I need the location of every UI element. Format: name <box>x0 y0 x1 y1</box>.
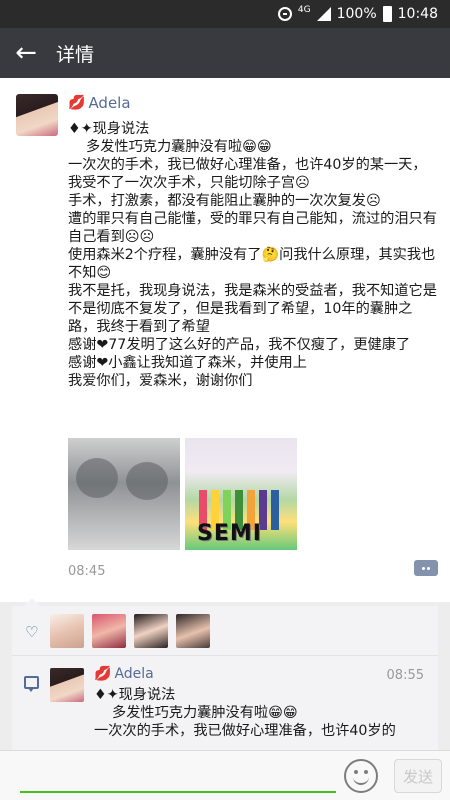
send-button[interactable]: 发送 <box>394 759 442 793</box>
post-line: ♦✦现身说法 <box>68 121 150 137</box>
liker-avatar[interactable] <box>92 614 126 648</box>
post-text: ♦✦现身说法 多发性巧克力囊肿没有啦😁😁 一次次的手术，我已做好心理准备，也许4… <box>68 120 440 390</box>
ultrasound-photo[interactable] <box>68 438 180 550</box>
post-line: 我不是托，我现身说法，我是森米的受益者，我不知道它是不是彻底不复发了，但是我看到… <box>68 283 437 335</box>
heart-outline-icon: ♡ <box>25 623 39 641</box>
comment-input[interactable] <box>20 761 336 793</box>
comment-line: 多发性巧克力囊肿没有啦😁😁 <box>94 705 298 721</box>
back-button[interactable]: ← <box>0 28 52 78</box>
liker-avatar[interactable] <box>176 614 210 648</box>
post-line: 感谢❤小鑫让我知道了森米，并使用上 <box>68 355 307 371</box>
post-photos: SEMI <box>68 438 297 550</box>
comment-line: ♦✦现身说法 <box>94 687 176 703</box>
emoji-icon[interactable] <box>344 759 378 793</box>
post-line: 手术，打激素，都没有能阻止囊肿的一次次复发☹ <box>68 193 381 209</box>
battery-percent: 100% <box>336 6 377 22</box>
status-icons: 4G 100% 10:48 <box>277 0 438 28</box>
title-bar: ← 详情 <box>0 28 450 78</box>
commenter-name-text: Adela <box>114 666 154 682</box>
data-saver-icon <box>277 7 292 21</box>
product-brand-text: SEMI <box>197 521 262 546</box>
battery-icon <box>382 6 392 22</box>
network-type: 4G <box>297 5 311 15</box>
liker-avatar[interactable] <box>134 614 168 648</box>
back-arrow-icon: ← <box>15 38 37 68</box>
likes-comments-panel: ♡ 💋 Adela 08:55 ♦✦现身说法 多发性巧克力囊肿没有啦😁😁 一次次… <box>12 598 438 750</box>
signal-icon <box>316 7 331 21</box>
comment-text: ♦✦现身说法 多发性巧克力囊肿没有啦😁😁 一次次的手术，我已做好心理准备，也许4… <box>94 686 428 740</box>
author-name-text: Adela <box>88 94 131 112</box>
author-name[interactable]: 💋 Adela <box>68 94 131 112</box>
post-line: 使用森米2个疗程，囊肿没有了🤔问我什么原理，其实我也不知😊 <box>68 247 436 281</box>
commenter-avatar[interactable] <box>50 668 84 702</box>
post-time: 08:45 <box>68 564 106 579</box>
product-photo[interactable]: SEMI <box>185 438 297 550</box>
likes-row: ♡ <box>12 606 438 656</box>
author-avatar[interactable] <box>16 94 58 136</box>
moment-post: 💋 Adela ♦✦现身说法 多发性巧克力囊肿没有啦😁😁 一次次的手术，我已做好… <box>0 78 450 602</box>
page-title: 详情 <box>56 43 95 66</box>
comment-line: 一次次的手术，我已做好心理准备，也许40岁的 <box>94 723 396 739</box>
post-line: 感谢❤77发明了这么好的产品，我不仅瘦了，更健康了 <box>68 337 411 353</box>
post-line: 多发性巧克力囊肿没有啦😁😁 <box>68 139 272 155</box>
commenter-name[interactable]: 💋 Adela <box>94 666 154 682</box>
post-line: 遭的罪只有自己能懂，受的罪只有自己能知，流过的泪只有自己看到☹☹ <box>68 211 437 245</box>
status-bar: 4G 100% 10:48 <box>0 0 450 28</box>
clock: 10:48 <box>397 6 438 22</box>
comment-time: 08:55 <box>386 668 424 683</box>
post-line: 一次次的手术，我已做好心理准备，也许40岁的某一天，我受不了一次次手术，只能切除… <box>68 157 427 191</box>
lips-icon: 💋 <box>68 95 86 111</box>
post-line: 我爱你们，爱森米，谢谢你们 <box>68 373 253 389</box>
comment-input-bar: 发送 <box>0 750 450 800</box>
comment-like-button[interactable] <box>414 560 438 576</box>
lips-icon: 💋 <box>94 666 112 682</box>
liker-avatar[interactable] <box>50 614 84 648</box>
comment-icon <box>24 676 39 692</box>
